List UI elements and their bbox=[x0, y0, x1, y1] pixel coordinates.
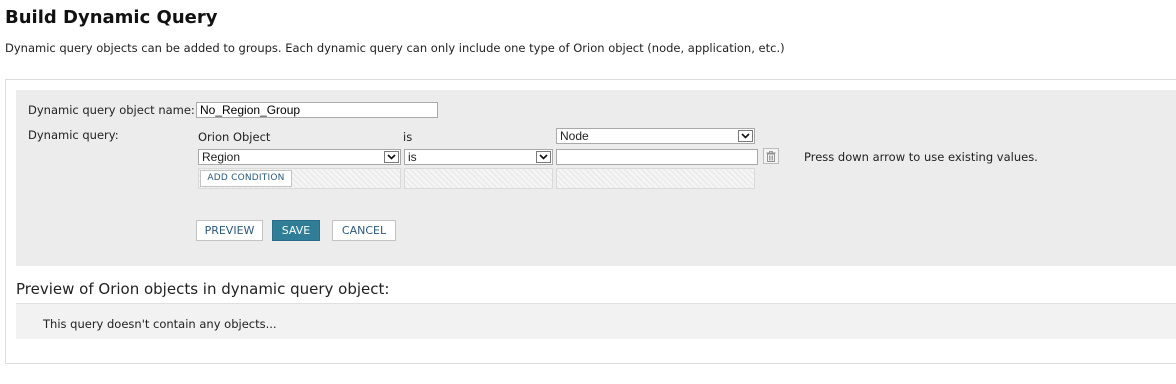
page-description: Dynamic query objects can be added to gr… bbox=[5, 41, 785, 55]
cancel-button[interactable]: CANCEL bbox=[332, 220, 396, 241]
operator-label: is bbox=[403, 130, 413, 144]
chevron-down-icon bbox=[384, 151, 399, 163]
placeholder-cell bbox=[556, 168, 755, 189]
empty-results-message: This query doesn't contain any objects..… bbox=[43, 317, 277, 331]
page-title: Build Dynamic Query bbox=[5, 7, 218, 28]
hint-text: Press down arrow to use existing values. bbox=[804, 150, 1038, 164]
preview-section-title: Preview of Orion objects in dynamic quer… bbox=[16, 280, 390, 298]
chevron-down-icon bbox=[536, 151, 551, 163]
trash-icon[interactable] bbox=[763, 148, 779, 164]
save-button[interactable]: SAVE bbox=[272, 220, 320, 241]
condition-value-input[interactable] bbox=[556, 149, 758, 165]
placeholder-cell bbox=[404, 168, 553, 189]
condition-field-select[interactable]: Region bbox=[198, 149, 401, 165]
condition-operator-select[interactable]: is bbox=[404, 149, 553, 165]
preview-results-box: This query doesn't contain any objects..… bbox=[16, 303, 1176, 339]
condition-operator-value: is bbox=[408, 150, 417, 164]
query-name-field[interactable]: No_Region_Group bbox=[196, 102, 438, 118]
object-type-select[interactable]: Node bbox=[556, 128, 755, 144]
object-type-value: Node bbox=[560, 129, 589, 143]
add-condition-button[interactable]: ADD CONDITION bbox=[200, 170, 292, 187]
name-label: Dynamic query object name: bbox=[28, 103, 195, 117]
chevron-down-icon bbox=[738, 130, 753, 142]
condition-field-value: Region bbox=[202, 150, 241, 164]
preview-button[interactable]: PREVIEW bbox=[196, 220, 263, 241]
orion-object-label: Orion Object bbox=[198, 130, 271, 144]
dynamic-query-label: Dynamic query: bbox=[28, 128, 119, 142]
